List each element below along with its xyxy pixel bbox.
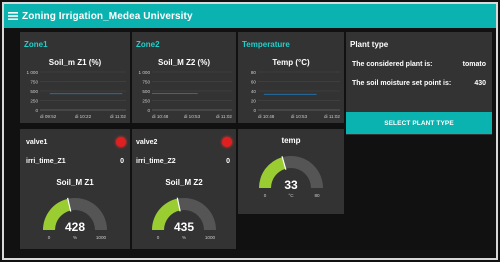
temperature-gauge-min-label: 0 <box>264 193 267 198</box>
temperature-title: Temperature <box>242 40 290 49</box>
zone1-chart-x-tick-label: di 09:52 <box>40 114 57 119</box>
zone2-gauge: 435% 0 1000 <box>139 192 229 248</box>
zone2-gauge-max-label: 1000 <box>205 235 216 240</box>
plant-type-title: Plant type <box>350 40 389 49</box>
temperature-gauge-value: 33 <box>284 178 298 192</box>
dashboard-frame: Zoning Irrigation_Medea University Zone1… <box>2 2 498 260</box>
zone2-chart-y-tick-label: 1 000 <box>139 70 151 75</box>
setpoint-value: 430 <box>474 80 486 87</box>
considered-plant-value: tomato <box>462 61 486 68</box>
zone2-gauge-min-label: 0 <box>157 235 160 240</box>
zone2-gauge-value: 435 <box>174 220 194 234</box>
zone2-gauge-title: Soil_M Z2 <box>165 178 203 187</box>
zone1-chart-y-tick-label: 1 000 <box>27 70 39 75</box>
temperature-chart-y-tick-label: 40 <box>251 89 257 94</box>
zone2-gauge-unit: % <box>182 235 186 240</box>
zone1-chart-x-tick-label: di 11:02 <box>110 114 126 119</box>
temperature-gauge-fill <box>259 157 286 188</box>
zone2-chart-y-tick-label: 500 <box>142 89 150 94</box>
zone1-gauge-unit: % <box>73 235 77 240</box>
zone1-title: Zone1 <box>24 40 48 49</box>
irri-time-z2-value: 0 <box>226 158 230 165</box>
zone1-chart-y-tick-label: 250 <box>30 98 38 103</box>
zone2-chart-x-tick-label: di 11:02 <box>216 114 232 119</box>
zone1-chart-y-tick-label: 750 <box>30 79 38 84</box>
zone2-chart-x-tick-label: di 10:48 <box>152 114 169 119</box>
temperature-gauge-unit: °C <box>288 193 294 198</box>
hamburger-icon[interactable] <box>6 4 20 28</box>
zone1-gauge-value: 428 <box>65 220 85 234</box>
temperature-chart: 80 60 40 20 0 di 10:48 di 10:53 di 11:02 <box>238 68 344 122</box>
temperature-chart-title: Temp (°C) <box>272 58 310 67</box>
zone2-chart-x-tick-label: di 10:53 <box>184 114 201 119</box>
considered-plant-label: The considered plant is: <box>352 61 433 68</box>
zone2-title: Zone2 <box>136 40 160 49</box>
irri-time-z1-value: 0 <box>120 158 124 165</box>
valve1-status-led[interactable] <box>116 137 126 147</box>
temperature-separator <box>238 123 344 129</box>
zone1-chart: 1 000 750 500 250 0 di 09:52 di 10:22 di 11:02 <box>20 68 130 122</box>
temperature-chart-x-tick-label: di 10:53 <box>291 114 308 119</box>
select-plant-type-button[interactable]: SELECT PLANT TYPE <box>346 112 492 134</box>
app-title: Zoning Irrigation_Medea University <box>22 10 193 22</box>
temperature-gauge-title: temp <box>281 136 301 145</box>
zone1-gauge: 428% 0 1000 <box>30 192 120 248</box>
plant-type-card: Plant type The considered plant is: toma… <box>346 32 492 135</box>
zone2-chart-y-tick-label: 250 <box>142 98 150 103</box>
zone1-gauge-max-label: 1000 <box>96 235 107 240</box>
zone1-gauge-min-label: 0 <box>48 235 51 240</box>
temperature-chart-y-tick-label: 20 <box>251 98 257 103</box>
zone1-chart-y-tick-label: 500 <box>30 89 38 94</box>
temperature-chart-x-tick-label: di 10:48 <box>258 114 275 119</box>
temperature-chart-y-tick-label: 80 <box>251 70 257 75</box>
zone2-chart: 1 000 750 500 250 0 di 10:48 di 10:53 di 11:02 <box>132 68 236 122</box>
temperature-card: Temperature Temp (°C) 80 60 40 20 0 di 10:48 d… <box>238 32 344 214</box>
zone2-separator <box>132 123 236 129</box>
zone1-chart-x-tick-label: di 10:22 <box>75 114 92 119</box>
setpoint-label: The soil moisture set point is: <box>352 80 452 87</box>
zone1-separator <box>20 123 130 129</box>
temperature-chart-x-tick-label: di 11:02 <box>324 114 340 119</box>
temperature-chart-y-tick-label: 0 <box>253 108 256 113</box>
zone1-card: Zone1 Soil_m Z1 (%) 1 000 750 500 250 0 di 09… <box>20 32 130 249</box>
temperature-gauge-max-label: 80 <box>314 193 320 198</box>
irri-time-z2-label: irri_time_Z2 <box>136 158 176 165</box>
temperature-gauge: 33 °C 0 80 <box>246 150 336 210</box>
zone2-chart-title: Soil_M Z2 (%) <box>157 58 210 67</box>
zone1-chart-y-tick-label: 0 <box>35 108 38 113</box>
zone1-gauge-title: Soil_M Z1 <box>56 178 94 187</box>
zone2-card: Zone2 Soil_M Z2 (%) 1 000 750 500 250 0 di 10… <box>132 32 236 249</box>
zone2-chart-y-tick-label: 0 <box>147 108 150 113</box>
zone2-chart-y-tick-label: 750 <box>142 79 150 84</box>
irri-time-z1-label: irri_time_Z1 <box>26 158 66 165</box>
valve2-status-led[interactable] <box>222 137 232 147</box>
valve2-label: valve2 <box>136 139 158 146</box>
top-bar: Zoning Irrigation_Medea University <box>4 4 496 28</box>
zone1-chart-title: Soil_m Z1 (%) <box>48 58 102 67</box>
valve1-label: valve1 <box>26 139 48 146</box>
temperature-chart-y-tick-label: 60 <box>251 79 257 84</box>
